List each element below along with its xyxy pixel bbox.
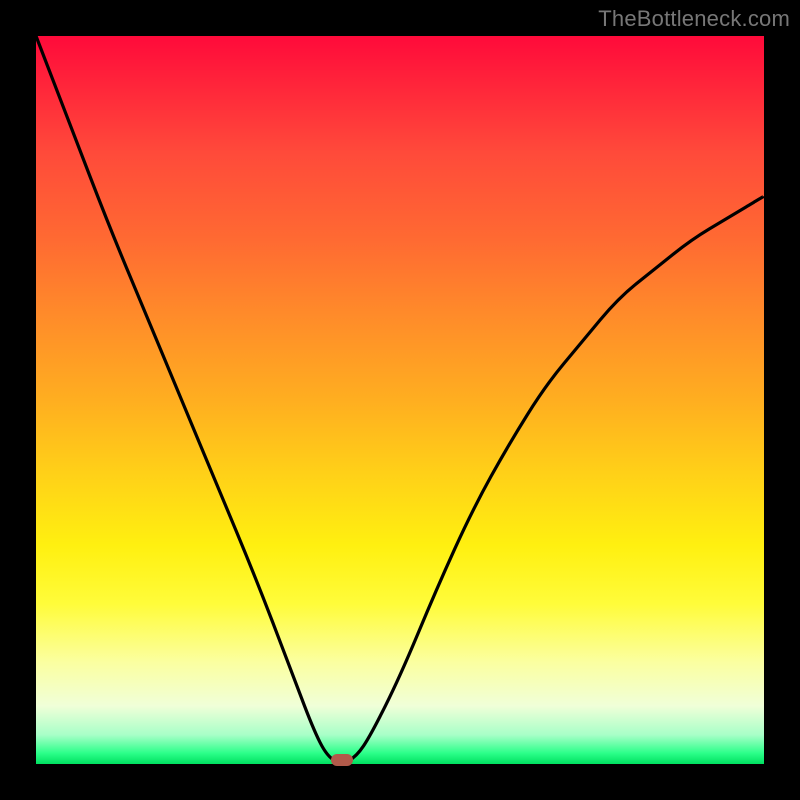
plot-area (36, 36, 764, 764)
watermark-text: TheBottleneck.com (598, 6, 790, 32)
bottleneck-curve (36, 36, 764, 764)
curve-path (36, 36, 764, 762)
chart-frame: TheBottleneck.com (0, 0, 800, 800)
min-marker (331, 754, 353, 766)
